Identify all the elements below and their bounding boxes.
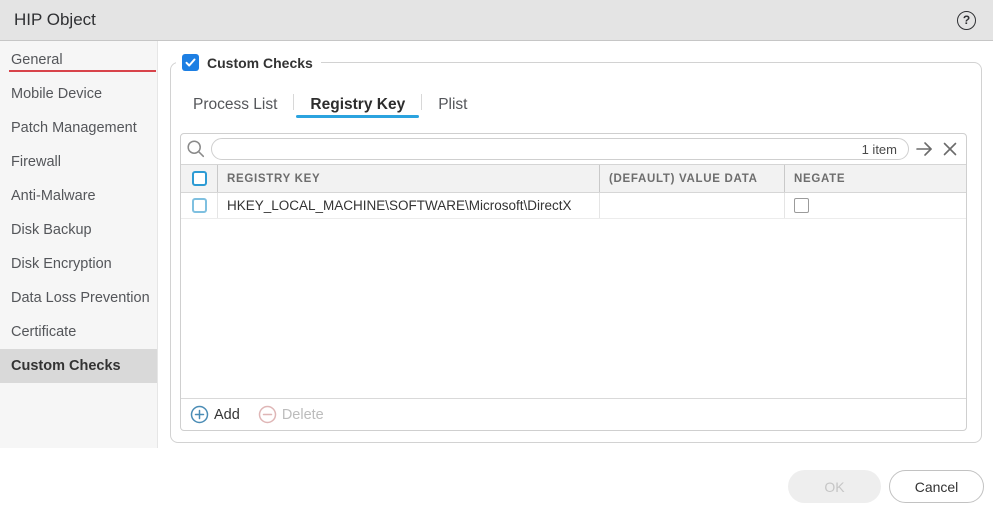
tab-divider — [293, 94, 294, 110]
search-bar: 1 item — [181, 134, 966, 164]
sidebar-item-firewall[interactable]: Firewall — [0, 145, 157, 179]
sidebar-item-general[interactable]: General — [0, 43, 157, 77]
sidebar-item-mobile-device[interactable]: Mobile Device — [0, 77, 157, 111]
sidebar-item-disk-encryption[interactable]: Disk Encryption — [0, 247, 157, 281]
header-negate[interactable]: NEGATE — [784, 165, 966, 192]
sidebar: General Mobile Device Patch Management F… — [0, 41, 158, 448]
registry-key-table-panel: 1 item REGISTRY KEY — [180, 133, 967, 431]
hip-object-dialog: HIP Object ? General Mobile Device Patch… — [0, 0, 993, 517]
sidebar-item-patch-management[interactable]: Patch Management — [0, 111, 157, 145]
close-icon — [941, 140, 959, 158]
minus-circle-icon — [258, 405, 277, 424]
item-count-badge: 1 item — [862, 142, 897, 157]
sidebar-item-custom-checks[interactable]: Custom Checks — [0, 349, 157, 383]
row-select-checkbox[interactable] — [192, 198, 207, 213]
registry-key-value: HKEY_LOCAL_MACHINE\SOFTWARE\Microsoft\Di… — [227, 198, 572, 213]
cancel-button[interactable]: Cancel — [889, 470, 984, 503]
tab-process-list[interactable]: Process List — [179, 89, 291, 118]
custom-checks-checkbox[interactable] — [182, 54, 199, 71]
search-input[interactable] — [223, 142, 856, 157]
table-header-row: REGISTRY KEY (DEFAULT) VALUE DATA NEGATE — [181, 164, 966, 193]
apply-filter-arrow-icon[interactable] — [914, 139, 936, 159]
checkmark-icon — [185, 57, 196, 68]
table-footer: Add Delete — [181, 398, 966, 430]
tab-plist[interactable]: Plist — [424, 89, 481, 118]
delete-button[interactable]: Delete — [258, 405, 324, 424]
right-arrow-icon — [914, 139, 936, 159]
row-registry-key-cell[interactable]: HKEY_LOCAL_MACHINE\SOFTWARE\Microsoft\Di… — [217, 193, 599, 218]
custom-checks-legend: Custom Checks — [176, 54, 321, 71]
select-all-checkbox[interactable] — [192, 171, 207, 186]
sidebar-item-anti-malware[interactable]: Anti-Malware — [0, 179, 157, 213]
help-icon[interactable]: ? — [957, 11, 976, 30]
row-default-value-data-cell[interactable] — [599, 193, 784, 218]
ok-button[interactable]: OK — [788, 470, 881, 503]
plus-circle-icon — [190, 405, 209, 424]
row-checkbox-cell — [181, 193, 217, 218]
table-empty-area — [181, 219, 966, 398]
negate-checkbox[interactable] — [794, 198, 809, 213]
search-pill: 1 item — [211, 138, 909, 160]
sidebar-item-data-loss-prevention[interactable]: Data Loss Prevention — [0, 281, 157, 315]
custom-checks-label: Custom Checks — [207, 55, 313, 71]
header-default-value-data[interactable]: (DEFAULT) VALUE DATA — [599, 165, 784, 192]
tab-registry-key[interactable]: Registry Key — [296, 89, 419, 118]
title-bar: HIP Object ? — [0, 0, 993, 41]
row-negate-cell — [784, 193, 966, 218]
tab-bar: Process List Registry Key Plist — [179, 89, 481, 118]
add-button[interactable]: Add — [190, 405, 240, 424]
dialog-title: HIP Object — [14, 10, 96, 30]
header-checkbox-cell — [181, 165, 217, 192]
clear-filter-icon[interactable] — [941, 140, 959, 158]
sidebar-item-certificate[interactable]: Certificate — [0, 315, 157, 349]
sidebar-item-disk-backup[interactable]: Disk Backup — [0, 213, 157, 247]
search-icon — [186, 139, 206, 159]
tab-divider — [421, 94, 422, 110]
table-row[interactable]: HKEY_LOCAL_MACHINE\SOFTWARE\Microsoft\Di… — [181, 193, 966, 219]
header-registry-key[interactable]: REGISTRY KEY — [217, 165, 599, 192]
